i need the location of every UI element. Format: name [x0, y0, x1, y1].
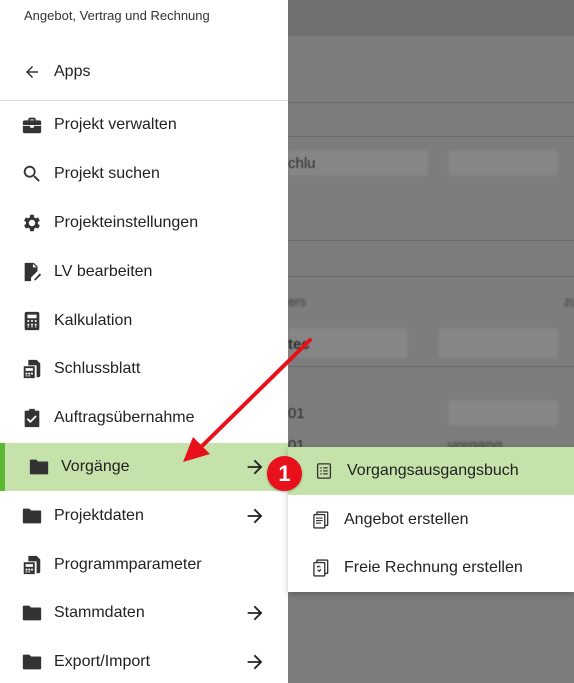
list-document-icon	[313, 460, 335, 482]
drawer-title: Angebot, Vertrag und Rechnung	[24, 8, 210, 23]
submenu-item-label: Freie Rechnung erstellen	[344, 558, 523, 576]
background-field	[448, 150, 558, 176]
menu-item-label: Projekt suchen	[54, 165, 160, 183]
menu-item-label: Auftragsübernahme	[54, 409, 195, 427]
submenu-item-label: Vorgangsausgangsbuch	[347, 462, 519, 480]
background-field	[438, 328, 558, 358]
gear-icon	[20, 211, 44, 235]
menu-item-auftragsuebernahme[interactable]: Auftragsübernahme	[0, 394, 288, 443]
arrow-right-icon	[247, 508, 263, 524]
folder-icon	[27, 455, 51, 479]
arrow-right-icon	[247, 654, 263, 670]
background-field	[448, 400, 558, 426]
background-text: 01	[288, 405, 305, 422]
background-divider	[288, 366, 574, 367]
menu-item-label: Kalkulation	[54, 311, 133, 329]
background-text: tec	[288, 336, 310, 353]
folder-icon	[20, 650, 44, 674]
invoice-icon	[310, 557, 332, 579]
calculator-icon	[20, 309, 44, 333]
menu-item-label: Vorgänge	[61, 457, 130, 475]
submenu-item-label: Angebot erstellen	[344, 510, 469, 528]
menu-item-projekt-suchen[interactable]: Projekt suchen	[0, 150, 288, 199]
menu-item-label: Projekteinstellungen	[54, 213, 199, 231]
menu-item-label: Projektdaten	[54, 506, 144, 524]
menu-item-label: Programmparameter	[54, 555, 202, 573]
menu-item-programmparameter[interactable]: Programmparameter	[0, 540, 288, 589]
menu-item-label: LV bearbeiten	[54, 262, 153, 280]
menu-item-vorgaenge[interactable]: Vorgänge	[0, 442, 288, 492]
background-text: ers	[288, 294, 307, 309]
menu-item-label: Projekt verwalten	[54, 116, 177, 134]
menu-item-schlussblatt[interactable]: Schlussblatt	[0, 345, 288, 394]
background-divider	[288, 240, 574, 241]
background-text: chlu	[288, 155, 316, 172]
menu-item-label: Stammdaten	[54, 604, 145, 622]
submenu-item-freie-rechnung-erstellen[interactable]: Freie Rechnung erstellen	[288, 544, 574, 592]
back-to-apps-button[interactable]: Apps	[0, 43, 288, 101]
arrow-right-icon	[247, 459, 263, 475]
clipboard-check-icon	[20, 406, 44, 430]
document-stack-icon	[310, 509, 332, 531]
background-toolbar	[288, 0, 574, 36]
briefcase-icon	[20, 113, 44, 137]
folder-icon	[20, 601, 44, 625]
sheet-calculator-icon	[20, 553, 44, 577]
menu-item-export-import[interactable]: Export/Import	[0, 638, 288, 683]
folder-icon	[20, 504, 44, 528]
sheet-calculator-icon	[20, 357, 44, 381]
vorgaenge-submenu: Vorgangsausgangsbuch Angebot erstellen F…	[288, 447, 574, 592]
drawer-menu: Projekt verwalten Projekt suchen Projekt…	[0, 101, 288, 683]
background-divider	[288, 102, 574, 103]
submenu-item-vorgangsausgangsbuch[interactable]: Vorgangsausgangsbuch	[288, 447, 574, 496]
arrow-right-icon	[247, 606, 263, 621]
background-divider	[288, 136, 574, 137]
menu-item-label: Export/Import	[54, 653, 151, 671]
menu-item-label: Schlussblatt	[54, 360, 141, 378]
arrow-left-icon	[22, 62, 42, 82]
menu-item-stammdaten[interactable]: Stammdaten	[0, 589, 288, 638]
menu-item-projekt-verwalten[interactable]: Projekt verwalten	[0, 101, 288, 150]
menu-item-kalkulation[interactable]: Kalkulation	[0, 296, 288, 345]
step-number-badge: 1	[267, 456, 302, 491]
search-icon	[20, 162, 44, 186]
menu-item-lv-bearbeiten[interactable]: LV bearbeiten	[0, 247, 288, 296]
background-text: zu	[564, 294, 574, 309]
back-to-apps-label: Apps	[54, 62, 91, 80]
background-divider	[288, 276, 574, 277]
menu-item-projektdaten[interactable]: Projektdaten	[0, 491, 288, 540]
navigation-drawer: Angebot, Vertrag und Rechnung Apps Proje…	[0, 0, 288, 683]
menu-item-projekteinstellungen[interactable]: Projekteinstellungen	[0, 199, 288, 248]
submenu-item-angebot-erstellen[interactable]: Angebot erstellen	[288, 495, 574, 543]
edit-document-icon	[20, 260, 44, 284]
